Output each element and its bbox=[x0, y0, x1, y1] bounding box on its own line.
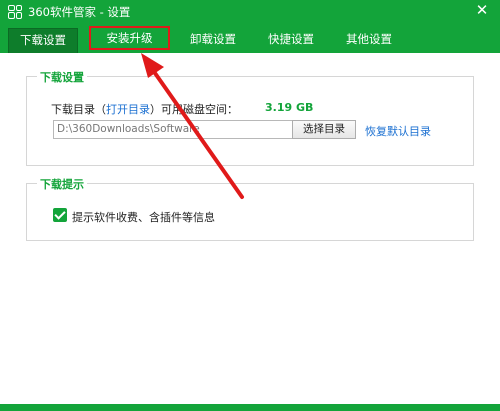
download-dir-row: 下载目录（打开目录）可用磁盘空间： bbox=[51, 101, 238, 117]
title-bar: 360软件管家 - 设置 ✕ bbox=[0, 0, 500, 23]
download-path-input[interactable]: D:\360Downloads\Software bbox=[53, 120, 312, 139]
download-tips-group: 下载提示 提示软件收费、含插件等信息 bbox=[26, 176, 474, 241]
tab-shortcut-settings[interactable]: 快捷设置 bbox=[256, 28, 326, 53]
close-icon[interactable]: ✕ bbox=[474, 2, 490, 18]
tab-download-settings[interactable]: 下载设置 bbox=[8, 28, 78, 53]
download-settings-title: 下载设置 bbox=[37, 69, 87, 85]
open-dir-link[interactable]: 打开目录 bbox=[106, 103, 150, 116]
tab-bar: 下载设置 安装升级 卸载设置 快捷设置 其他设置 bbox=[0, 23, 500, 53]
download-dir-label: 下载目录（ bbox=[51, 103, 106, 116]
download-tips-title: 下载提示 bbox=[37, 176, 87, 192]
restore-default-dir-link[interactable]: 恢复默认目录 bbox=[365, 123, 431, 139]
settings-content: 下载设置 下载目录（打开目录）可用磁盘空间： 3.19 GB D:\360Dow… bbox=[0, 53, 500, 411]
window-title: 360软件管家 - 设置 bbox=[28, 4, 131, 19]
tab-install-upgrade[interactable]: 安装升级 bbox=[89, 26, 170, 50]
free-space-label: ）可用磁盘空间： bbox=[150, 103, 238, 116]
tab-other-settings[interactable]: 其他设置 bbox=[334, 28, 404, 53]
free-space-value: 3.19 GB bbox=[265, 101, 314, 114]
choose-dir-button[interactable]: 选择目录 bbox=[292, 120, 356, 139]
app-logo-icon bbox=[8, 4, 22, 19]
show-paid-info-checkbox[interactable] bbox=[53, 208, 67, 222]
tab-uninstall-settings[interactable]: 卸载设置 bbox=[178, 28, 248, 53]
bottom-accent-bar bbox=[0, 404, 500, 411]
download-settings-group: 下载设置 下载目录（打开目录）可用磁盘空间： 3.19 GB D:\360Dow… bbox=[26, 69, 474, 166]
show-paid-info-label: 提示软件收费、含插件等信息 bbox=[72, 211, 215, 224]
